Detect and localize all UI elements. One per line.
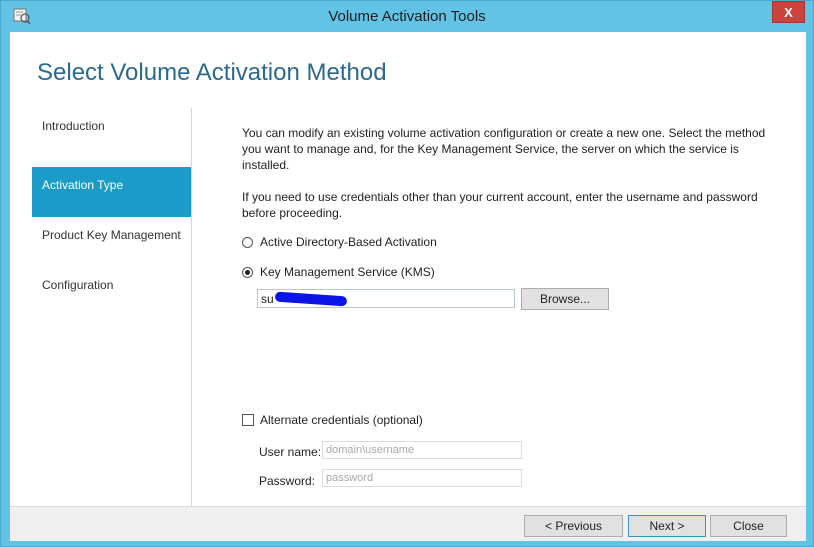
window-title: Volume Activation Tools (328, 8, 486, 25)
window-close-button[interactable]: X (772, 1, 805, 23)
close-button[interactable]: Close (710, 515, 787, 537)
description-block: You can modify an existing volume activa… (242, 125, 787, 221)
nav-divider (191, 108, 192, 508)
alternate-credentials-label: Alternate credentials (optional) (260, 413, 423, 427)
nav-item-activation-type[interactable]: Activation Type (32, 167, 191, 217)
volume-activation-window: Volume Activation Tools X Select Volume … (0, 0, 814, 547)
credentials-paragraph: If you need to use credentials other tha… (242, 190, 758, 220)
nav-item-product-key-management[interactable]: Product Key Management (32, 217, 191, 267)
radio-ad-based[interactable] (242, 236, 253, 248)
alternate-credentials-option[interactable]: Alternate credentials (optional) (242, 413, 423, 427)
option-kms-label: Key Management Service (KMS) (260, 265, 435, 279)
nav-item-introduction[interactable]: Introduction (32, 108, 191, 158)
password-label: Password: (259, 474, 316, 488)
alternate-credentials-checkbox[interactable] (242, 414, 254, 426)
browse-button[interactable]: Browse... (521, 288, 609, 310)
next-button[interactable]: Next > (628, 515, 706, 537)
username-input[interactable]: domain\username (322, 441, 522, 459)
title-bar[interactable]: Volume Activation Tools X (1, 1, 813, 31)
nav-item-configuration[interactable]: Configuration (32, 267, 191, 317)
option-ad-based-label: Active Directory-Based Activation (260, 235, 437, 249)
wizard-footer: < Previous Next > Close (10, 506, 806, 541)
radio-kms[interactable] (242, 266, 253, 278)
wizard-nav: Introduction Activation Type Product Key… (32, 108, 191, 508)
option-ad-based-activation[interactable]: Active Directory-Based Activation (242, 235, 437, 249)
intro-paragraph: You can modify an existing volume activa… (242, 126, 766, 172)
option-kms[interactable]: Key Management Service (KMS) (242, 265, 435, 279)
password-input[interactable]: password (322, 469, 522, 487)
previous-button[interactable]: < Previous (524, 515, 623, 537)
username-label: User name: (259, 445, 322, 459)
wizard-client-area: Select Volume Activation Method Introduc… (10, 32, 806, 541)
page-title: Select Volume Activation Method (37, 59, 387, 86)
